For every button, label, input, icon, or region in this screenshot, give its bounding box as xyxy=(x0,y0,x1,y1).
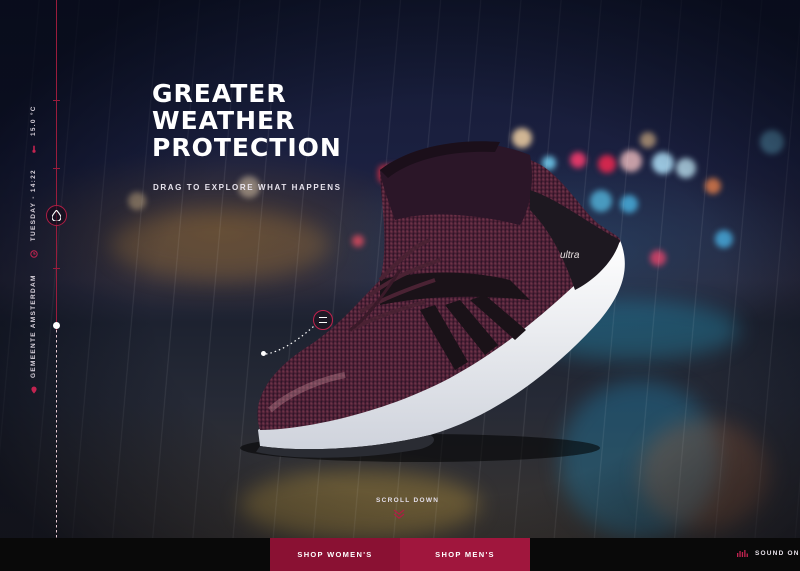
location-text: GEMEENTE AMSTERDAM xyxy=(30,274,37,378)
timeline-line xyxy=(56,0,57,330)
timeline-dotted-line xyxy=(56,330,57,538)
side-info-text: GEMEENTE AMSTERDAM TUESDAY - 14:22 15.0 … xyxy=(29,105,38,395)
clock-icon xyxy=(29,249,38,258)
feature-hotspot-button[interactable] xyxy=(313,310,333,330)
product-shoe-image[interactable]: ultra xyxy=(230,130,650,470)
scroll-down-label[interactable]: SCROLL DOWN xyxy=(376,497,439,504)
timeline-position-dot xyxy=(53,322,60,329)
shop-womens-button[interactable]: SHOP WOMEN'S xyxy=(270,538,400,571)
hotspot-connector xyxy=(265,325,315,355)
timeline-tick xyxy=(53,100,60,101)
raindrop-marker[interactable] xyxy=(46,205,67,226)
sound-toggle[interactable]: SOUND ON xyxy=(737,550,800,557)
menu-lines-icon xyxy=(319,317,327,323)
shop-mens-button[interactable]: SHOP MEN'S xyxy=(400,538,530,571)
timeline-tick xyxy=(53,268,60,269)
sound-wave-icon xyxy=(737,550,748,557)
chevron-down-icon[interactable] xyxy=(393,509,405,519)
sound-label: SOUND ON xyxy=(755,550,800,557)
headline-line: GREATER xyxy=(152,79,287,108)
location-pin-icon xyxy=(29,386,38,395)
thermometer-icon xyxy=(29,144,38,153)
raindrop-icon xyxy=(52,210,61,221)
hotspot-origin-dot xyxy=(261,351,266,356)
day-time-text: TUESDAY - 14:22 xyxy=(30,169,37,242)
timeline-tick xyxy=(53,168,60,169)
temperature-text: 15.0 °C xyxy=(30,105,37,137)
shoe-brand-mark: ultra xyxy=(560,250,580,261)
